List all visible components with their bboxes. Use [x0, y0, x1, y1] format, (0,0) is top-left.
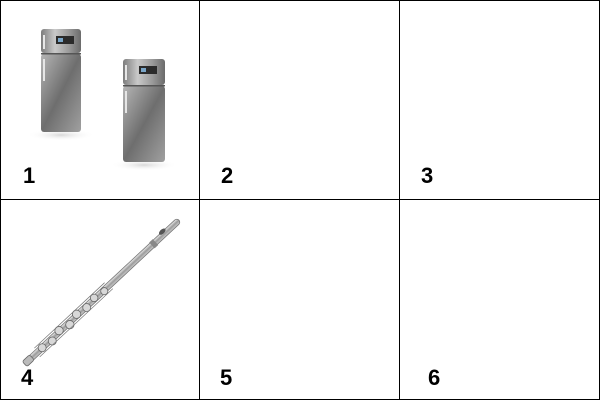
grid-cell-1[interactable]: 1 — [0, 0, 200, 200]
grid-cell-6[interactable]: 6 — [400, 200, 600, 400]
cell-number-1: 1 — [23, 163, 36, 188]
cell-number-3: 3 — [421, 163, 434, 188]
grid-cell-3[interactable]: 3 — [400, 0, 600, 200]
grid-cell-4[interactable]: 4 — [0, 200, 200, 400]
cell-number-2: 2 — [221, 163, 234, 188]
image-grid: 1 2 3 4 5 6 — [0, 0, 600, 400]
grid-cell-2[interactable]: 2 — [200, 0, 400, 200]
grid-cell-5[interactable]: 5 — [200, 200, 400, 400]
cell-number-6: 6 — [428, 365, 441, 390]
cell-number-4: 4 — [21, 365, 34, 390]
cell-number-5: 5 — [220, 365, 233, 390]
